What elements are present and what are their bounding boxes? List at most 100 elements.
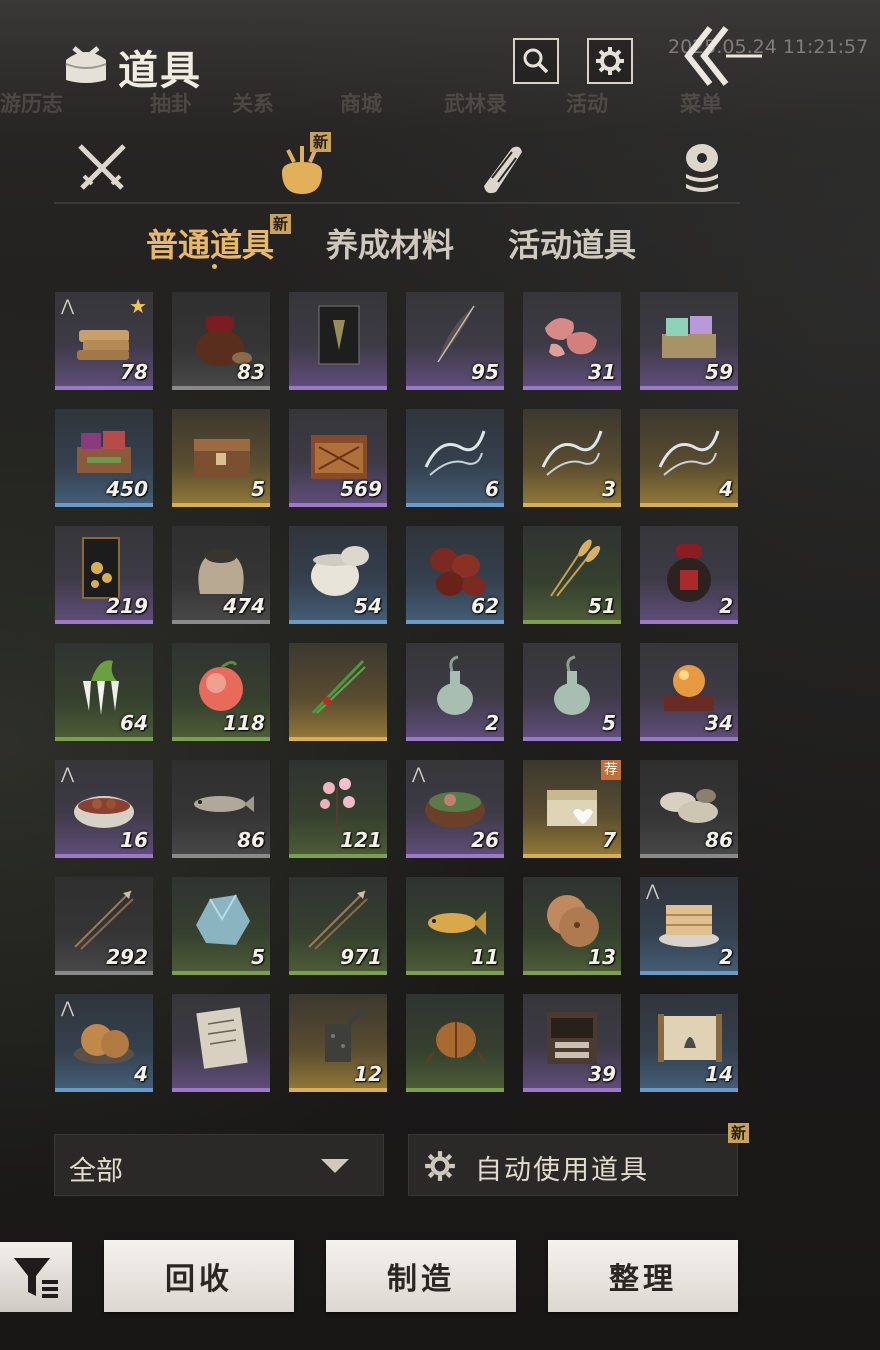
vase-icon [554,655,590,715]
vase-icon [437,655,473,715]
new-badge: 新 [727,1123,749,1143]
inventory-slot[interactable]: 62 [406,526,504,624]
inventory-slot[interactable]: 5 [172,877,270,975]
auto-use-items-button[interactable]: 自动使用道具 新 [408,1123,749,1196]
inventory-slot[interactable]: 121 [289,760,387,858]
category-tabs: 新 [54,130,740,204]
item-count: 13 [588,945,616,969]
item-count: 118 [223,711,265,735]
search-icon [523,48,549,74]
item-count: 971 [340,945,382,969]
silk-wisp-icon [541,430,603,476]
inventory-slot[interactable]: 86 [640,760,738,858]
category-tab-items[interactable]: 新 [272,132,332,198]
inventory-slot[interactable]: 59 [640,292,738,390]
inventory-slot[interactable]: 14 [640,994,738,1092]
inventory-slot[interactable]: 2 [406,643,504,741]
inventory-slot[interactable]: 118 [172,643,270,741]
inventory-slot[interactable]: 474 [172,526,270,624]
arrange-button[interactable]: 整理 [548,1240,738,1312]
inventory-slot[interactable]: 2 [640,526,738,624]
item-count: 62 [471,594,499,618]
book-cover-icon [318,305,360,365]
item-count: 34 [705,711,733,735]
tab-cultivation-materials[interactable]: 养成材料 [326,220,454,266]
item-count: 219 [106,594,148,618]
item-count: 5 [251,477,265,501]
item-count: 2 [485,711,499,735]
item-count: 4 [134,1062,148,1086]
inventory-slot[interactable]: 13 [523,877,621,975]
gear-icon [425,1151,455,1181]
inventory-slot[interactable] [406,994,504,1092]
item-count: 14 [705,1062,733,1086]
item-count: 5 [602,711,616,735]
crossed-swords-icon [78,144,126,190]
item-count: 2 [719,945,733,969]
item-count: 121 [340,828,382,852]
item-count: 86 [705,828,733,852]
inventory-slot[interactable]: 12 [289,994,387,1092]
gear-icon [596,47,624,75]
sort-filter-button[interactable] [0,1242,72,1312]
inventory-slot[interactable]: 450 [55,409,153,507]
coins-icon [686,144,718,192]
active-indicator [212,264,217,269]
inventory-slot[interactable]: 荐7 [523,760,621,858]
filter-dropdown[interactable]: 全部 [54,1134,384,1196]
inventory-slot[interactable]: 971 [289,877,387,975]
inventory-slot[interactable]: 54 [289,526,387,624]
category-tab-currency[interactable] [672,138,732,198]
item-count: 86 [237,828,265,852]
inventory-slot[interactable]: 292 [55,877,153,975]
item-count: 39 [588,1062,616,1086]
inventory-slot[interactable]: 569 [289,409,387,507]
item-count: 450 [106,477,148,501]
ghost-tab: 商城 [340,92,382,116]
silk-wisp-icon [658,430,720,476]
inventory-slot[interactable]: 6 [406,409,504,507]
inventory-slot[interactable]: 5 [523,643,621,741]
inventory-slot[interactable] [289,292,387,390]
ghost-tab: 游历志 [0,92,63,116]
back-button[interactable] [680,22,764,92]
inventory-slot[interactable] [172,994,270,1092]
inventory-slot[interactable]: ⋀ 4 [55,994,153,1092]
inventory-slot[interactable]: 5 [172,409,270,507]
layered-cake-icon [659,905,719,947]
inventory-slot[interactable]: 34 [640,643,738,741]
search-button[interactable] [513,38,559,84]
inventory-slot[interactable]: 11 [406,877,504,975]
silk-wisp-icon [424,430,486,476]
inventory-slot[interactable]: ⋀ ★ 78 [55,292,153,390]
inventory-slot[interactable]: ⋀ 16 [55,760,153,858]
double-chevron-back-icon [684,26,762,86]
ore-icon [196,894,250,945]
settings-button[interactable] [587,38,633,84]
star-icon: ★ [129,294,147,318]
inventory-slot[interactable] [289,643,387,741]
inventory-slot[interactable]: 4 [640,409,738,507]
inventory-slot[interactable]: 86 [172,760,270,858]
category-tab-scrolls[interactable] [472,138,532,198]
inventory-slot[interactable]: ⋀ 2 [640,877,738,975]
item-count: 292 [106,945,148,969]
category-tab-equipment[interactable] [72,138,132,198]
inventory-slot[interactable]: 95 [406,292,504,390]
wooden-chest-icon [194,439,250,477]
tab-common-items[interactable]: 普通道具 [146,220,274,266]
inventory-slot[interactable]: 83 [172,292,270,390]
inventory-slot[interactable]: 31 [523,292,621,390]
inventory-slot[interactable]: 219 [55,526,153,624]
craft-button[interactable]: 制造 [326,1240,516,1312]
bag-icon [60,40,112,86]
letter-icon [196,1007,248,1069]
inventory-slot[interactable]: 51 [523,526,621,624]
inventory-slot[interactable]: ⋀ 26 [406,760,504,858]
recycle-button-label: 回收 [165,1262,233,1297]
tab-event-items[interactable]: 活动道具 [508,220,636,266]
inventory-slot[interactable]: 64 [55,643,153,741]
inventory-slot[interactable]: 3 [523,409,621,507]
recycle-button[interactable]: 回收 [104,1240,294,1312]
inventory-slot[interactable]: 39 [523,994,621,1092]
